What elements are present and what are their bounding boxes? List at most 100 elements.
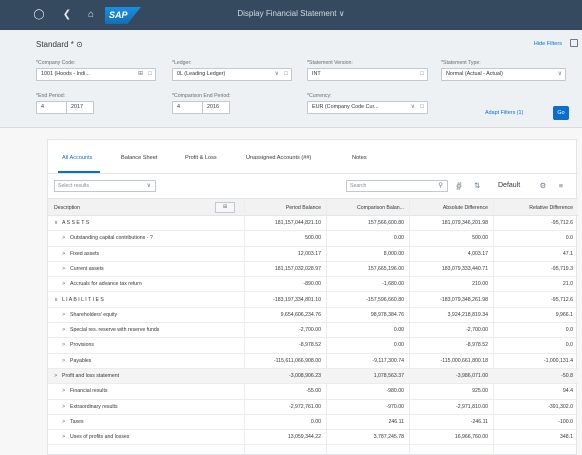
col-comparison-balance[interactable]: Comparison Balan...	[326, 199, 409, 217]
cell-absolute-difference: 181,079,346,201.98	[441, 220, 488, 226]
statement-card: All Accounts Balance Sheet Profit & Loss…	[47, 139, 578, 455]
statement-version-label: *Statement Version:	[307, 60, 353, 66]
cell-comparison-balance: 0.00	[393, 235, 404, 242]
table-row[interactable]: > Profit and loss statement -3,008,906.23 1…	[48, 369, 578, 385]
results-select[interactable]: Select results ∨	[54, 180, 156, 192]
sort-icon[interactable]: ⇅	[472, 180, 482, 192]
cell-relative-difference: -100.0	[558, 418, 573, 425]
cell-relative-difference: -95,712.6	[551, 220, 573, 226]
cell-relative-difference: 0.0	[565, 342, 573, 349]
col-relative-difference[interactable]: Relative Difference	[493, 199, 578, 217]
expand-icon[interactable]: >	[62, 323, 70, 338]
dropdown-icon[interactable]: ∨	[411, 102, 415, 113]
currency-field[interactable]: EUR (Company Code Cur... ∨ □	[307, 101, 428, 114]
hide-filters-link[interactable]: Hide Filters	[534, 41, 562, 47]
share-icon[interactable]	[570, 39, 578, 47]
dropdown-icon[interactable]: ∨	[275, 69, 279, 80]
company-code-field[interactable]: 1001 (Hoods - Indi... ⊞ □	[36, 68, 156, 81]
company-code-label: *Company Code:	[36, 60, 76, 66]
cell-description: > Profit and loss statement	[54, 369, 239, 384]
table-row[interactable]: > Accruals for advance tax return -890.00 -…	[48, 277, 578, 293]
default-variant-button[interactable]: Default	[498, 180, 520, 192]
expand-icon[interactable]: >	[62, 384, 70, 399]
table-row[interactable]: > Uses of profits and losses 13,059,344.22…	[48, 430, 578, 446]
table-row[interactable]: > Outstanding capital contributions - ? 50…	[48, 231, 578, 247]
go-button[interactable]: Go	[553, 106, 569, 120]
table-row[interactable]: > Provisions -8,978.52 0.00 -8,978.52 0.0	[48, 338, 578, 354]
chevron-down-icon: ∨	[146, 183, 151, 189]
cell-description: > Special res. reserve with reserve funds	[62, 323, 239, 338]
tab-all-accounts[interactable]: All Accounts	[62, 155, 92, 161]
tab-bar: All Accounts Balance Sheet Profit & Loss…	[48, 140, 578, 174]
expand-icon[interactable]: >	[62, 415, 70, 430]
end-period-label: *End Period:	[36, 93, 66, 99]
value-help-icon[interactable]: □	[148, 69, 152, 80]
adapt-filters-button[interactable]: Adapt Filters (1)	[485, 110, 523, 116]
expand-icon[interactable]: >	[62, 247, 70, 262]
collapse-icon[interactable]: ∨	[54, 216, 62, 231]
end-period-year-field[interactable]: 2017	[66, 101, 94, 114]
value-help-icon[interactable]: □	[420, 69, 424, 80]
cell-absolute-difference: 16,966,760.00	[454, 434, 488, 441]
col-description[interactable]: Description	[54, 199, 204, 217]
clear-icon[interactable]: ⊞	[138, 69, 143, 80]
table-row[interactable]: > Special res. reserve with reserve funds…	[48, 323, 578, 339]
variant-selector[interactable]: Standard * ⊙	[36, 40, 83, 49]
ledger-field[interactable]: 0L (Leading Ledger) ∨ □	[172, 68, 292, 81]
value-help-icon[interactable]: □	[284, 69, 288, 80]
expand-icon[interactable]: >	[62, 308, 70, 323]
settings-icon[interactable]: ⚙	[538, 180, 548, 192]
export-icon[interactable]: ≡	[556, 180, 566, 192]
currency-label: *Currency:	[307, 93, 332, 99]
table-row[interactable]: > Taxes 0.00 246.11 -246.11 -100.0	[48, 415, 578, 431]
row-label: Outstanding capital contributions - ?	[70, 235, 153, 242]
expand-icon[interactable]: >	[62, 231, 70, 246]
value-help-icon[interactable]: □	[420, 102, 424, 113]
cell-comparison-balance: 0.00	[393, 327, 404, 334]
table-row[interactable]: > Payables -115,611,066,908.00 -9,117,300.7…	[48, 354, 578, 369]
cell-relative-difference: 47.1	[562, 250, 573, 257]
row-label: Special res. reserve with reserve funds	[70, 327, 160, 334]
expand-icon[interactable]: >	[62, 354, 70, 369]
tab-notes[interactable]: Notes	[352, 155, 367, 161]
expand-icon[interactable]: >	[62, 400, 70, 415]
table-row[interactable]: > Current assets 181,157,032,028.97 157,665…	[48, 262, 578, 278]
table-row[interactable]: ∨ L I A B I L I T I E S -183,197,334,801.1…	[48, 293, 578, 308]
expand-icon[interactable]: >	[62, 277, 70, 292]
table-row[interactable]: > Extraordinary results -2,972,761.00 -970.…	[48, 400, 578, 415]
collapse-icon[interactable]: ∨	[54, 293, 62, 308]
cell-description: ∨ A S S E T S	[54, 216, 239, 231]
table-row[interactable]: > Shareholders' equity 9,654,606,234.76 98,…	[48, 308, 578, 324]
col-absolute-difference[interactable]: Absolute Difference	[409, 199, 493, 217]
cell-relative-difference: -50.8	[561, 373, 573, 379]
row-label: A S S E T S	[62, 220, 90, 226]
expand-icon[interactable]: >	[62, 262, 70, 277]
table-toolbar: Select results ∨ Search ⚲ ∯ ⇅ Default ⚙ …	[48, 174, 578, 198]
row-label: Extraordinary results	[70, 403, 118, 410]
search-icon[interactable]: ⚲	[438, 181, 443, 191]
expand-icon[interactable]: >	[54, 369, 62, 384]
comparison-year-field[interactable]: 2016	[202, 101, 230, 114]
dropdown-icon[interactable]: ∨	[558, 69, 562, 80]
expand-icon[interactable]: >	[62, 430, 70, 445]
tab-balance-sheet[interactable]: Balance Sheet	[121, 155, 157, 161]
col-period-balance[interactable]: Period Balance	[244, 199, 326, 217]
table-search-input[interactable]: Search ⚲	[346, 180, 448, 192]
column-settings-button[interactable]: ⊞	[215, 202, 235, 213]
tab-unassigned-accounts[interactable]: Unassigned Accounts (##)	[246, 155, 311, 161]
cell-period-balance: 181,157,032,028.97	[274, 265, 321, 272]
app-title[interactable]: Display Financial Statement ∨	[0, 9, 582, 18]
cell-period-balance: -2,972,761.00	[288, 403, 321, 410]
statement-type-field[interactable]: Normal (Actual - Actual) ∨	[441, 68, 566, 81]
cell-period-balance: 9,654,606,234.76	[280, 311, 321, 318]
table-row[interactable]: ∨ A S S E T S 181,157,044,821.10 157,566,60…	[48, 216, 578, 232]
table-row[interactable]: > Fixed assets 12,003.17 8,000.00 4,003.17 47…	[48, 247, 578, 262]
row-label: Current assets	[70, 265, 104, 272]
tab-profit-loss[interactable]: Profit & Loss	[185, 155, 217, 161]
cell-description: > Fixed assets	[62, 247, 239, 262]
cell-description: > Payables	[62, 354, 239, 369]
filter-icon[interactable]: ∯	[454, 180, 464, 192]
table-row[interactable]: > Financial results -55.00 -980.00 925.00 94.…	[48, 384, 578, 400]
statement-version-field[interactable]: INT □	[307, 68, 428, 81]
expand-icon[interactable]: >	[62, 338, 70, 353]
